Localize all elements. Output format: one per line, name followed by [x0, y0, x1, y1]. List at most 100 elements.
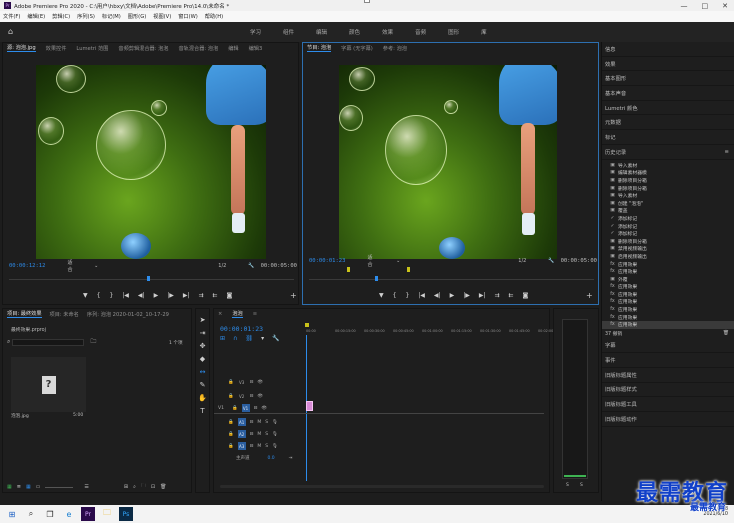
type-tool-icon[interactable]: T — [198, 406, 208, 416]
source-timecode[interactable]: 00:00:12:12 — [9, 263, 45, 269]
nest-icon[interactable]: ⊞ — [220, 335, 225, 342]
maximize-button[interactable]: □ — [702, 2, 709, 10]
search-input[interactable] — [12, 338, 85, 346]
source-video-frame[interactable] — [36, 65, 266, 259]
history-item[interactable]: ▣ 外覆 — [602, 275, 734, 283]
insert-icon[interactable]: ⇉ — [198, 292, 203, 299]
source-playhead[interactable] — [147, 276, 150, 281]
project-item-name[interactable]: 泡泡.jpg — [11, 413, 29, 419]
history-item[interactable]: fx 应用效果 — [602, 320, 734, 329]
menu-clip[interactable]: 剪辑(C) — [52, 13, 70, 20]
program-video-frame[interactable] — [339, 65, 557, 259]
menu-markers[interactable]: 标记(M) — [102, 13, 121, 20]
solo-button[interactable]: S — [265, 432, 268, 437]
add-marker-icon[interactable]: ▾ — [261, 335, 264, 342]
add-marker-icon[interactable]: ▼ — [83, 292, 88, 299]
lock-icon[interactable]: ▦ — [7, 484, 12, 490]
resize-handle[interactable] — [364, 0, 370, 3]
eye-icon[interactable]: 👁 — [257, 394, 263, 399]
search-icon[interactable]: ⌕ — [133, 484, 136, 490]
sync-icon[interactable]: ⊟ — [250, 394, 254, 399]
chevron-down-icon[interactable]: ⌄ — [396, 258, 400, 264]
mute-button[interactable]: M — [257, 432, 261, 437]
settings-icon[interactable]: 🔧 — [272, 335, 279, 342]
track-a1-label[interactable]: A1 — [237, 418, 246, 426]
panel-essential-graphics[interactable]: 基本图形 — [602, 71, 734, 87]
history-item[interactable]: ✓ 添加标记 — [602, 215, 734, 223]
marker-1[interactable] — [347, 267, 350, 272]
workspace-overflow-button[interactable]: » — [482, 28, 486, 36]
panel-legacy-title-tools[interactable]: 旧版标题工具 — [602, 397, 734, 412]
tab-edit[interactable]: 编辑 — [228, 45, 238, 52]
mark-in-icon[interactable]: { — [393, 292, 397, 299]
menu-sequence[interactable]: 序列(S) — [77, 13, 95, 20]
sync-icon[interactable]: ⊟ — [250, 420, 254, 425]
wrench-icon[interactable]: 🔧 — [248, 263, 254, 269]
lock-icon[interactable]: 🔒 — [228, 420, 234, 425]
mic-icon[interactable]: 🎙 — [272, 420, 278, 425]
menu-file[interactable]: 文件(F) — [3, 13, 20, 20]
panel-info[interactable]: 信息 — [602, 42, 734, 57]
home-icon[interactable]: ⌂ — [8, 28, 16, 36]
new-item-icon[interactable]: ⊡ — [151, 484, 155, 490]
slip-tool-icon[interactable]: ↔ — [198, 367, 208, 377]
history-item[interactable]: fx 应用效果 — [602, 313, 734, 321]
solo-right-button[interactable]: S — [580, 483, 583, 488]
history-item[interactable]: fx 应用效果 — [602, 260, 734, 268]
trash-icon[interactable]: 🗑 — [723, 331, 729, 336]
program-scrubber[interactable] — [309, 279, 594, 280]
overwrite-icon[interactable]: ⇇ — [213, 292, 218, 299]
snap-icon[interactable]: ∩ — [233, 335, 237, 342]
tab-sequence[interactable]: 序列: 泡泡 2020-01-02_10-17-29 — [87, 311, 169, 318]
history-item[interactable]: ▣ 导入素材 — [602, 192, 734, 200]
menu-graphics[interactable]: 图形(G) — [128, 13, 146, 20]
new-bin-icon[interactable]: 🗀 — [90, 337, 96, 347]
lock-icon[interactable]: 🔒 — [228, 394, 234, 399]
solo-left-button[interactable]: S — [566, 483, 569, 488]
panel-metadata[interactable]: 元数据 — [602, 115, 734, 131]
step-back-icon[interactable]: ◀| — [434, 292, 441, 299]
add-button-icon[interactable]: + — [586, 291, 593, 300]
history-item[interactable]: ▣ 删除项目分箱 — [602, 177, 734, 185]
panel-essential-sound[interactable]: 基本声音 — [602, 86, 734, 101]
menu-icon[interactable]: ≡ — [253, 311, 257, 317]
sync-icon[interactable]: ⊟ — [250, 380, 254, 385]
menu-edit[interactable]: 编辑(E) — [27, 13, 45, 20]
program-quality-dropdown[interactable]: 1/2 — [518, 258, 526, 264]
icon-view-icon[interactable]: ▦ — [26, 484, 31, 490]
tab-project-untitled[interactable]: 项目: 未命名 — [50, 311, 79, 318]
hand-tool-icon[interactable]: ✋ — [198, 393, 208, 403]
history-item[interactable]: ▣ 启用视频输出 — [602, 253, 734, 261]
automate-icon[interactable]: ⊞ — [124, 484, 128, 490]
history-item[interactable]: fx 应用效果 — [602, 291, 734, 299]
premiere-taskbar-icon[interactable]: Pr — [81, 507, 95, 521]
source-patch-v1[interactable]: V1 — [218, 406, 224, 411]
history-item[interactable]: fx 应用效果 — [602, 268, 734, 276]
add-button-icon[interactable]: + — [290, 291, 297, 300]
minimize-button[interactable]: — — [681, 2, 688, 10]
tab-audio-track-mixer[interactable]: 音轨混合器: 泡泡 — [178, 45, 218, 52]
history-item[interactable]: ✓ 添加标记 — [602, 222, 734, 230]
step-forward-icon[interactable]: |▶ — [167, 292, 174, 299]
history-item[interactable]: ▣ 覆盖 — [602, 207, 734, 215]
mute-button[interactable]: M — [257, 420, 261, 425]
timeline-scrollbar[interactable] — [220, 485, 544, 488]
tab-lumetri-scopes[interactable]: Lumetri 范围 — [76, 45, 108, 52]
mic-icon[interactable]: 🎙 — [272, 444, 278, 449]
clear-icon[interactable]: 🗑 — [160, 484, 166, 490]
tab-timeline-sequence[interactable]: 泡泡 — [232, 310, 243, 318]
source-quality-dropdown[interactable]: 1/2 — [218, 263, 226, 269]
history-item[interactable]: fx 应用效果 — [602, 306, 734, 314]
go-to-in-icon[interactable]: |◀ — [418, 292, 425, 299]
lock-icon[interactable]: 🔒 — [228, 432, 234, 437]
workspace-learn[interactable]: 学习 — [250, 28, 261, 36]
work-area-marker[interactable] — [305, 323, 309, 327]
tab-edit3[interactable]: 编辑3 — [249, 45, 263, 52]
go-to-end-icon[interactable]: ⇥ — [289, 456, 293, 461]
menu-icon[interactable]: ≡ — [725, 149, 729, 155]
panel-legacy-title-actions[interactable]: 旧版标题动作 — [602, 412, 734, 427]
panel-legacy-title-styles[interactable]: 旧版标题样式 — [602, 383, 734, 398]
history-item[interactable]: ▣ 删除项目分箱 — [602, 237, 734, 245]
panel-events[interactable]: 事件 — [602, 353, 734, 368]
program-timecode[interactable]: 00:00:01:23 — [309, 258, 345, 264]
